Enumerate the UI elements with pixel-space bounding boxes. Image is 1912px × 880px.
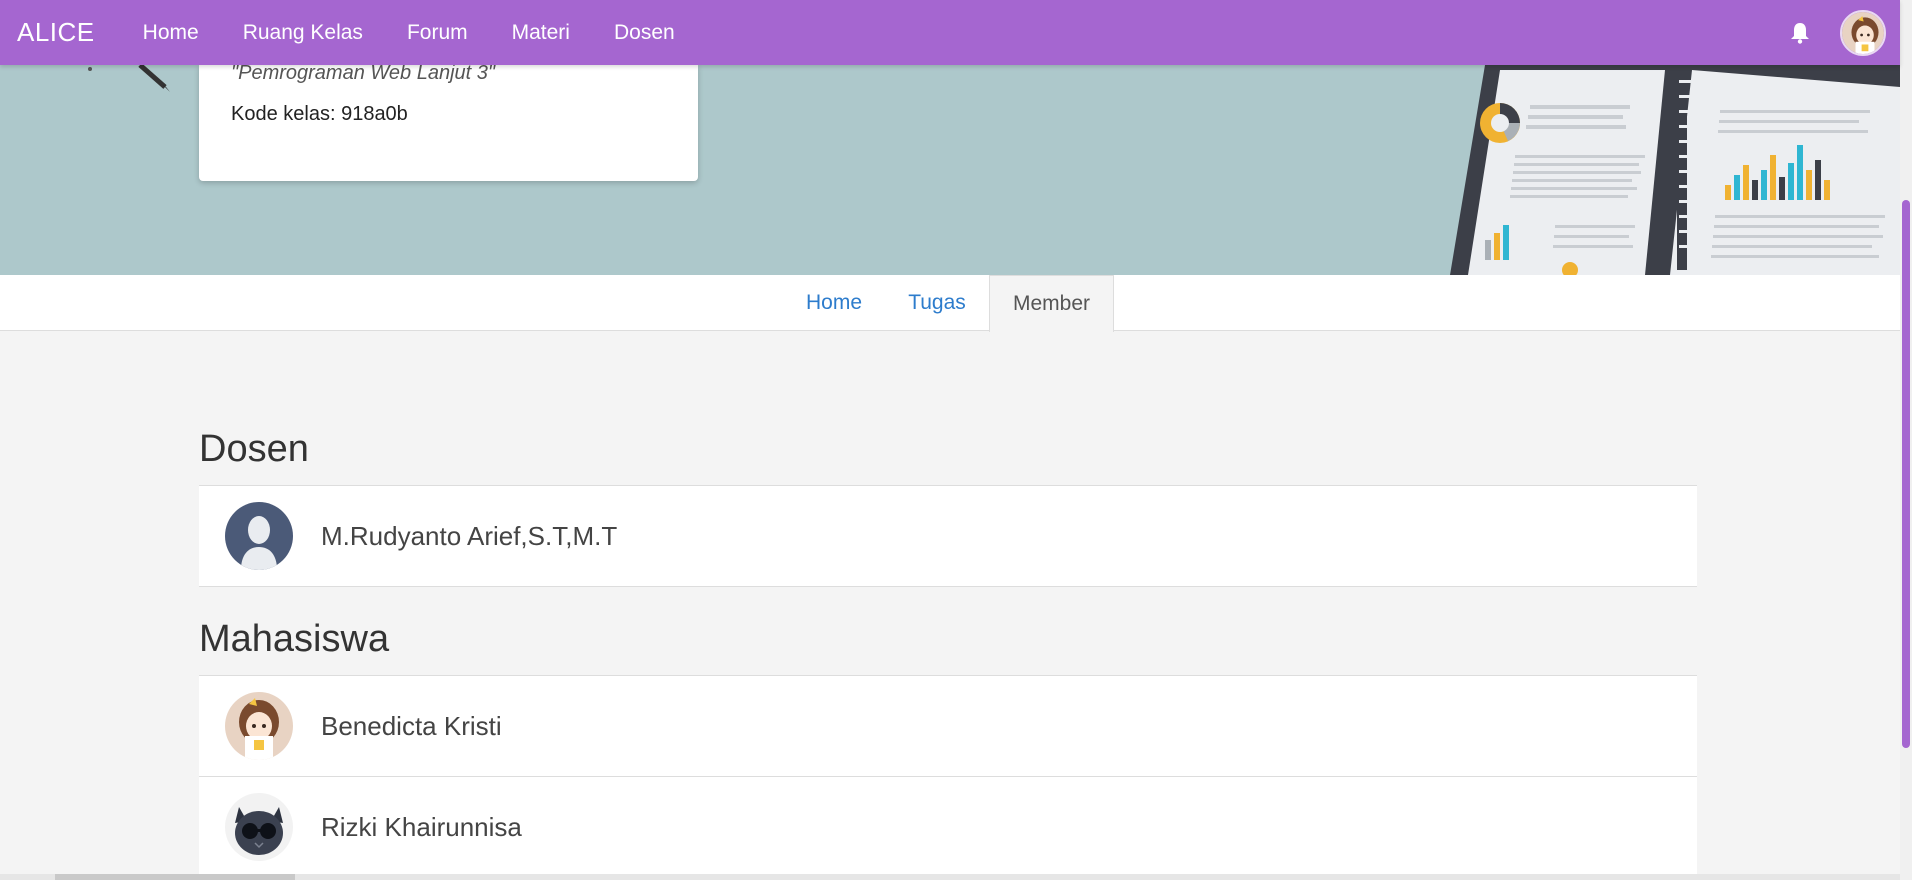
member-name: Rizki Khairunnisa: [321, 811, 522, 842]
class-name: "Pemrograman Web Lanjut 3": [231, 65, 495, 84]
nav-right-group: [1786, 0, 1886, 65]
pen-illustration: [88, 65, 170, 92]
tab-member[interactable]: Member: [989, 275, 1114, 332]
class-tabs: Home Tugas Member: [0, 275, 1900, 332]
horizontal-scrollbar[interactable]: [0, 874, 1900, 880]
vertical-scrollbar[interactable]: [1900, 0, 1912, 880]
brand-logo[interactable]: ALICE: [17, 17, 95, 48]
report-illustration: [1450, 65, 1900, 275]
horizontal-scrollbar-thumb[interactable]: [55, 874, 295, 880]
cat-sunglasses-avatar: [225, 793, 293, 861]
nav-ruang-kelas[interactable]: Ruang Kelas: [243, 21, 363, 45]
class-info-card: "Pemrograman Web Lanjut 3" Kode kelas: 9…: [199, 65, 698, 181]
user-avatar[interactable]: [1840, 9, 1886, 56]
default-person-avatar: [225, 502, 293, 570]
top-navbar: ALICE Home Ruang Kelas Forum Materi Dose…: [0, 0, 1900, 65]
nav-materi[interactable]: Materi: [512, 21, 570, 45]
mahasiswa-section-title: Mahasiswa: [199, 618, 390, 660]
nav-dosen[interactable]: Dosen: [614, 21, 675, 45]
dosen-section-title: Dosen: [199, 428, 309, 470]
vertical-scrollbar-thumb[interactable]: [1902, 200, 1910, 748]
nav-forum[interactable]: Forum: [407, 21, 468, 45]
member-name: M.Rudyanto Arief,S.T,M.T: [321, 520, 618, 551]
member-name: Benedicta Kristi: [321, 710, 502, 741]
tab-tugas[interactable]: Tugas: [894, 275, 980, 331]
bell-icon[interactable]: [1786, 19, 1814, 47]
class-code: Kode kelas: 918a0b: [231, 103, 408, 125]
member-row-dosen-0[interactable]: M.Rudyanto Arief,S.T,M.T: [199, 485, 1697, 587]
anime-girl-avatar: [225, 692, 293, 760]
tab-home[interactable]: Home: [796, 275, 872, 331]
class-banner: "Pemrograman Web Lanjut 3" Kode kelas: 9…: [0, 65, 1900, 275]
member-row-mahasiswa-0[interactable]: Benedicta Kristi: [199, 675, 1697, 777]
nav-home[interactable]: Home: [143, 21, 199, 45]
member-row-mahasiswa-1[interactable]: Rizki Khairunnisa: [199, 776, 1697, 878]
